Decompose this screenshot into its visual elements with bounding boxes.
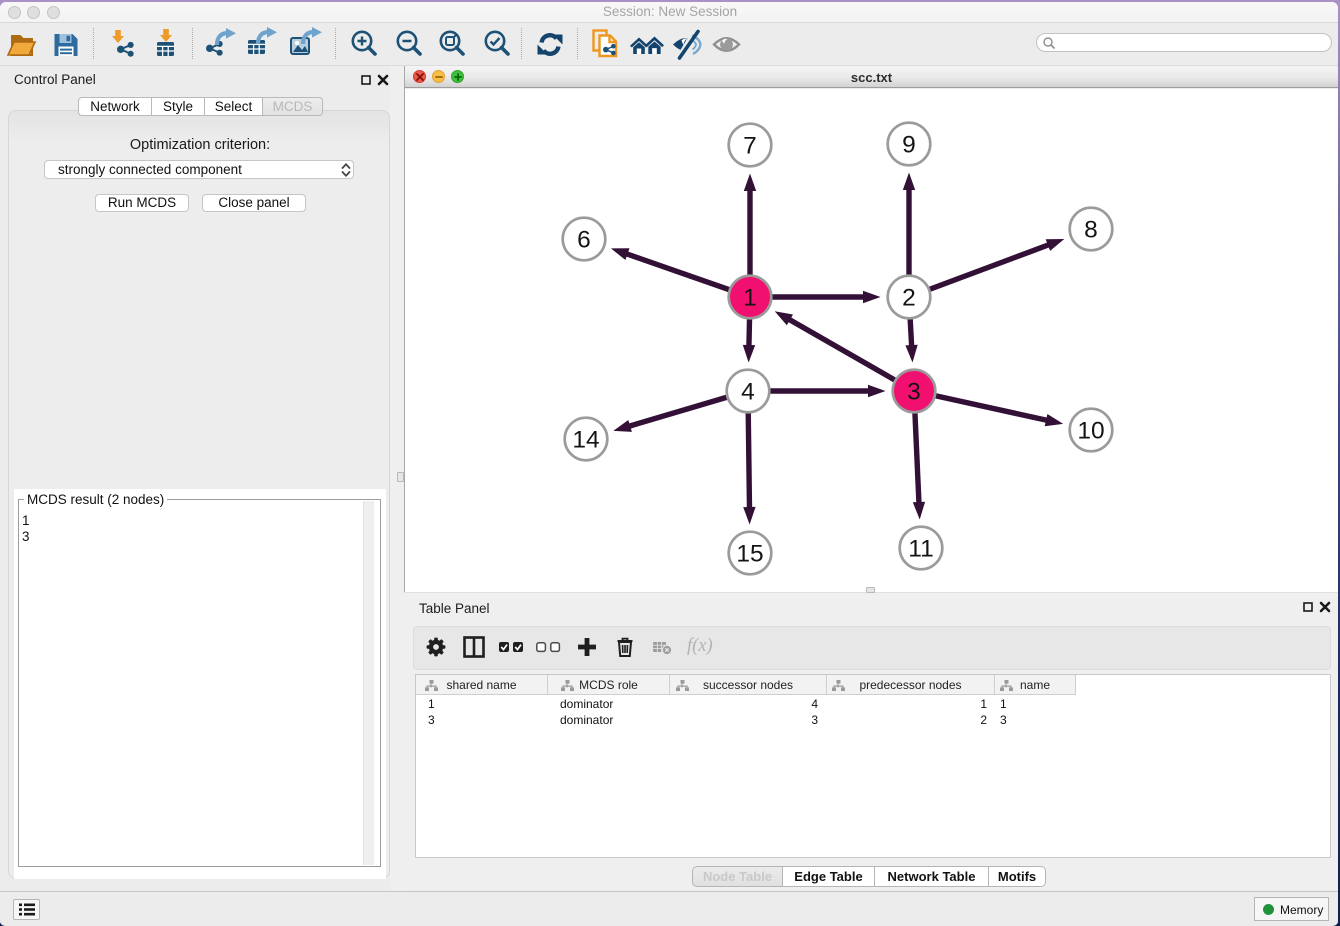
- svg-text:1: 1: [743, 285, 757, 312]
- svg-text:2: 2: [902, 285, 916, 312]
- svg-text:6: 6: [577, 227, 591, 254]
- svg-text:9: 9: [902, 132, 916, 159]
- svg-text:8: 8: [1084, 217, 1098, 244]
- svg-text:10: 10: [1077, 418, 1104, 445]
- svg-text:7: 7: [743, 133, 757, 160]
- svg-text:3: 3: [907, 379, 921, 406]
- svg-text:15: 15: [736, 541, 763, 568]
- svg-text:4: 4: [741, 379, 755, 406]
- svg-text:11: 11: [908, 536, 933, 563]
- svg-text:14: 14: [572, 427, 599, 454]
